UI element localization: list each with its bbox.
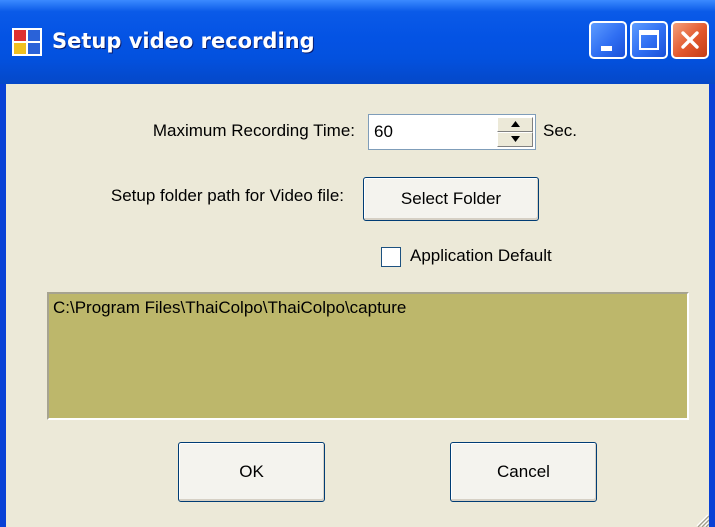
spin-down-button[interactable] xyxy=(497,132,533,147)
max-recording-time-input[interactable] xyxy=(372,118,494,145)
dialog-window: Setup video recording Maximum Recording … xyxy=(0,0,715,527)
folder-path-display: C:\Program Files\ThaiColpo\ThaiColpo\cap… xyxy=(47,292,689,420)
seconds-unit-label: Sec. xyxy=(543,121,578,140)
maximize-button[interactable] xyxy=(630,21,668,59)
arrow-up-icon xyxy=(511,121,520,127)
dialog-body: Maximum Recording Time: Sec. Setup folde… xyxy=(6,84,709,527)
app-icon xyxy=(12,28,42,56)
spin-up-button[interactable] xyxy=(497,117,533,132)
close-button[interactable] xyxy=(671,21,709,59)
arrow-down-icon xyxy=(511,136,520,142)
ok-button[interactable]: OK xyxy=(178,442,325,502)
minimize-button[interactable] xyxy=(589,21,627,59)
maximize-icon xyxy=(639,30,659,50)
close-icon xyxy=(681,31,699,49)
minimize-icon xyxy=(601,46,612,51)
select-folder-button[interactable]: Select Folder xyxy=(363,177,539,221)
title-bar[interactable]: Setup video recording xyxy=(0,0,715,84)
window-title: Setup video recording xyxy=(52,29,315,53)
folder-path-label: Setup folder path for Video file: xyxy=(110,186,344,205)
cancel-button[interactable]: Cancel xyxy=(450,442,597,502)
application-default-checkbox[interactable] xyxy=(381,247,401,267)
max-recording-time-spinner[interactable] xyxy=(368,114,536,150)
application-default-label[interactable]: Application Default xyxy=(410,246,552,266)
resize-grip-icon[interactable] xyxy=(693,511,709,527)
max-recording-time-label: Maximum Recording Time: xyxy=(152,121,355,140)
